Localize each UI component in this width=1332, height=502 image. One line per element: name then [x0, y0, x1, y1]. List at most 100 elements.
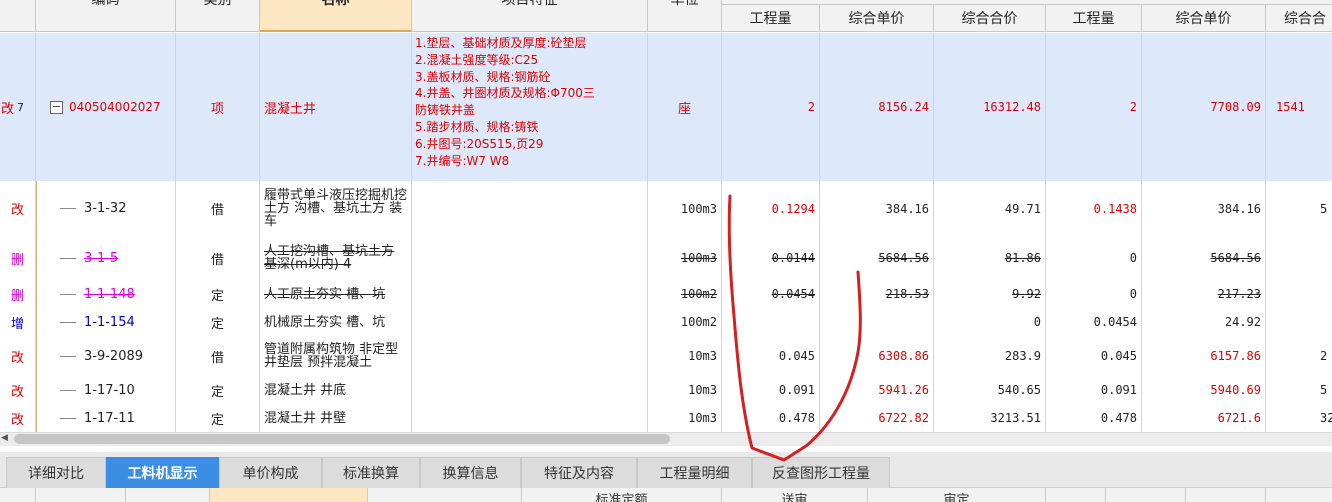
- header-qty-1[interactable]: 工程量: [722, 4, 820, 32]
- header-price-1[interactable]: 综合单价: [820, 4, 934, 32]
- header-total-1[interactable]: 综合合价: [934, 4, 1046, 32]
- tab-6[interactable]: 工程量明细: [637, 457, 752, 488]
- row-code[interactable]: 1-1-148: [36, 280, 176, 308]
- quota-row[interactable]: 改 3-1-32 借 履带式单斗液压挖掘机挖土方 沟槽、基坑土方 装车 100m3 0.1…: [0, 181, 1332, 237]
- quota-row[interactable]: 增 1-1-154 定 机械原土夯实 槽、坑 100m2 0 0.0454 24.92: [0, 308, 1332, 337]
- row-price-2[interactable]: 6721.6: [1142, 404, 1266, 432]
- row-name[interactable]: 机械原土夯实 槽、坑: [260, 308, 412, 336]
- quota-row[interactable]: 删 1-1-148 定 人工原土夯实 槽、坑 100m2 0.0454 218.53 9.92…: [0, 280, 1332, 309]
- row-price-2[interactable]: 5684.56: [1142, 236, 1266, 280]
- tree-branch: [60, 390, 76, 391]
- row-unit: 100m3: [648, 236, 722, 280]
- quota-row[interactable]: 改 1-17-11 定 混凝土井 井壁 10m3 0.478 6722.82 3213.51 0…: [0, 404, 1332, 432]
- tree-branch: [60, 258, 76, 259]
- row-price-1[interactable]: 6308.86: [820, 336, 934, 376]
- quota-row[interactable]: 删 3-1-5 借 人工挖沟槽、基坑土方 基深(m以内) 4 100m3 0.0144 56…: [0, 236, 1332, 281]
- row-qty-1[interactable]: 2: [722, 33, 820, 181]
- row-qty-1[interactable]: [722, 308, 820, 336]
- scroll-left-arrow-icon[interactable]: ◀: [1, 433, 8, 443]
- header-feature[interactable]: 项目特征: [412, 0, 648, 32]
- bottom-col: [1186, 488, 1266, 502]
- row-code[interactable]: 3-1-5: [36, 236, 176, 280]
- tab-3[interactable]: 标准换算: [322, 457, 420, 488]
- row-unit: 10m3: [648, 404, 722, 432]
- row-price-1[interactable]: [820, 308, 934, 336]
- row-name[interactable]: 管道附属构筑物 非定型井垫层 预拌混凝土: [260, 336, 412, 376]
- row-price-2[interactable]: 7708.09: [1142, 33, 1266, 181]
- row-code[interactable]: 3-1-32: [36, 181, 176, 236]
- header-total-2[interactable]: 综合合: [1266, 4, 1332, 32]
- row-price-1[interactable]: 5684.56: [820, 236, 934, 280]
- row-price-2[interactable]: 24.92: [1142, 308, 1266, 336]
- row-qty-2[interactable]: 2: [1046, 33, 1142, 181]
- row-qty-2[interactable]: 0.091: [1046, 376, 1142, 404]
- row-name[interactable]: 混凝土井 井壁: [260, 404, 412, 432]
- header-name[interactable]: 名称: [260, 0, 412, 32]
- row-qty-2[interactable]: 0.478: [1046, 404, 1142, 432]
- row-price-1[interactable]: 5941.26: [820, 376, 934, 404]
- row-feature[interactable]: [412, 376, 648, 404]
- quota-row[interactable]: 改 1-17-10 定 混凝土井 井底 10m3 0.091 5941.26 540.65 0.…: [0, 376, 1332, 405]
- row-qty-1[interactable]: 0.1294: [722, 181, 820, 236]
- row-price-2-text: 384.16: [1217, 201, 1261, 216]
- row-price-1-text: 5684.56: [878, 251, 929, 265]
- row-qty-1[interactable]: 0.045: [722, 336, 820, 376]
- row-qty-2[interactable]: 0: [1046, 236, 1142, 280]
- row-qty-2[interactable]: 0.0454: [1046, 308, 1142, 336]
- row-code[interactable]: − 040504002027: [36, 33, 176, 181]
- tab-0[interactable]: 详细对比: [6, 457, 106, 488]
- row-name-text: 人工原土夯实 槽、坑: [264, 286, 386, 302]
- row-name[interactable]: 人工挖沟槽、基坑土方 基深(m以内) 4: [260, 236, 412, 280]
- row-feature[interactable]: [412, 280, 648, 308]
- header-price-2[interactable]: 综合单价: [1142, 4, 1266, 32]
- row-qty-1[interactable]: 0.0454: [722, 280, 820, 308]
- row-price-2[interactable]: 6157.86: [1142, 336, 1266, 376]
- row-name[interactable]: 混凝土井: [260, 33, 412, 181]
- row-qty-1-text: 0.0454: [771, 287, 815, 301]
- row-qty-1[interactable]: 0.478: [722, 404, 820, 432]
- row-feature[interactable]: [412, 308, 648, 336]
- tab-7[interactable]: 反查图形工程量: [752, 457, 890, 488]
- row-code[interactable]: 1-1-154: [36, 308, 176, 336]
- row-qty-1[interactable]: 0.091: [722, 376, 820, 404]
- row-code[interactable]: 1-17-10: [36, 376, 176, 404]
- bill-item-row[interactable]: 改7 − 040504002027 项 混凝土井 1.垫层、基础材质及厚度:砼垫…: [0, 33, 1332, 182]
- quota-row[interactable]: 改 3-9-2089 借 管道附属构筑物 非定型井垫层 预拌混凝土 10m3 0.045 6…: [0, 336, 1332, 377]
- row-unit: 100m2: [648, 308, 722, 336]
- row-qty-2[interactable]: 0: [1046, 280, 1142, 308]
- row-price-1[interactable]: 218.53: [820, 280, 934, 308]
- row-price-2[interactable]: 5940.69: [1142, 376, 1266, 404]
- collapse-toggle-icon[interactable]: −: [50, 100, 63, 114]
- tab-5[interactable]: 特征及内容: [521, 457, 637, 488]
- row-feature[interactable]: [412, 336, 648, 376]
- row-feature[interactable]: [412, 404, 648, 432]
- row-unit-text: 10m3: [688, 349, 717, 363]
- header-code[interactable]: 编码: [36, 0, 176, 32]
- row-name[interactable]: 人工原土夯实 槽、坑: [260, 280, 412, 308]
- feature-line: 防铸铁井盖: [415, 103, 476, 118]
- row-feature[interactable]: 1.垫层、基础材质及厚度:砼垫层 2.混凝土强度等级:C25 3.盖板材质、规格:钢…: [412, 33, 648, 181]
- row-code[interactable]: 3-9-2089: [36, 336, 176, 376]
- row-price-1[interactable]: 384.16: [820, 181, 934, 236]
- row-qty-2[interactable]: 0.045: [1046, 336, 1142, 376]
- header-unit[interactable]: 单位: [648, 0, 722, 32]
- header-qty-2[interactable]: 工程量: [1046, 4, 1142, 32]
- row-price-2[interactable]: 384.16: [1142, 181, 1266, 236]
- row-name[interactable]: 履带式单斗液压挖掘机挖土方 沟槽、基坑土方 装车: [260, 181, 412, 236]
- row-name[interactable]: 混凝土井 井底: [260, 376, 412, 404]
- tab-2[interactable]: 单价构成: [219, 457, 322, 488]
- tab-1[interactable]: 工料机显示: [106, 457, 219, 488]
- row-feature[interactable]: [412, 236, 648, 280]
- row-price-2[interactable]: 217.23: [1142, 280, 1266, 308]
- row-qty-1[interactable]: 0.0144: [722, 236, 820, 280]
- scrollbar-thumb[interactable]: [14, 434, 670, 444]
- row-qty-2[interactable]: 0.1438: [1046, 181, 1142, 236]
- row-feature[interactable]: [412, 181, 648, 236]
- row-code[interactable]: 1-17-11: [36, 404, 176, 432]
- row-unit: 10m3: [648, 376, 722, 404]
- header-type[interactable]: 类别: [176, 0, 260, 32]
- row-price-1[interactable]: 6722.82: [820, 404, 934, 432]
- row-price-1[interactable]: 8156.24: [820, 33, 934, 181]
- bottom-col: [126, 488, 210, 502]
- tab-4[interactable]: 换算信息: [420, 457, 521, 488]
